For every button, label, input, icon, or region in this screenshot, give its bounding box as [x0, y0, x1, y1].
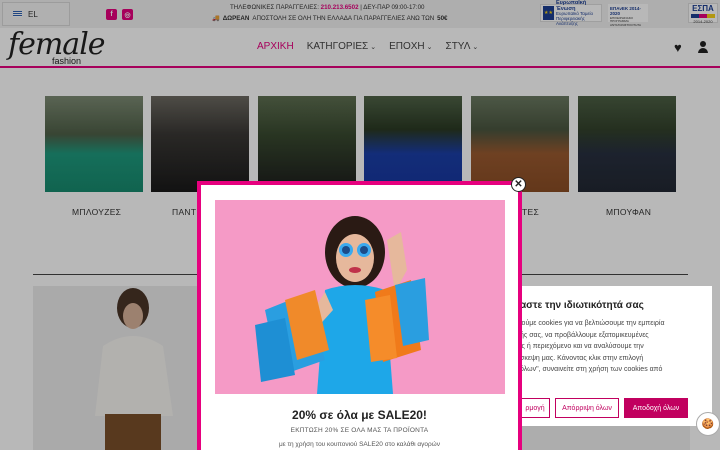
promo-subheading: ΕΚΠΤΩΣΗ 20% ΣΕ ΟΛΑ ΜΑΣ ΤΑ ΠΡΟΪΟΝΤΑ: [290, 427, 429, 434]
cookie-text: ιούμε cookies για να βελτιώσουμε την εμπ…: [520, 320, 665, 373]
cookie-customize-button[interactable]: ρμογή: [520, 398, 550, 418]
cookie-title: αστε την ιδιωτικότητά σας: [520, 300, 644, 311]
promo-body: με τη χρήση του κουπονιού SALE20 στο καλ…: [279, 441, 440, 448]
cookie-consent-panel: αστε την ιδιωτικότητά σας ιούμε cookies …: [500, 286, 712, 426]
promo-image: [215, 200, 505, 394]
promo-popup: 20% σε όλα με SALE20! ΕΚΠΤΩΣΗ 20% ΣΕ ΟΛΑ…: [197, 181, 522, 450]
cookie-accept-button[interactable]: Αποδοχή όλων: [624, 398, 688, 418]
cookie-reject-button[interactable]: Απόρριψη όλων: [555, 398, 619, 418]
promo-heading: 20% σε όλα με SALE20!: [292, 408, 427, 422]
close-icon[interactable]: ✕: [511, 177, 526, 192]
cookie-settings-icon[interactable]: 🍪: [696, 412, 720, 436]
